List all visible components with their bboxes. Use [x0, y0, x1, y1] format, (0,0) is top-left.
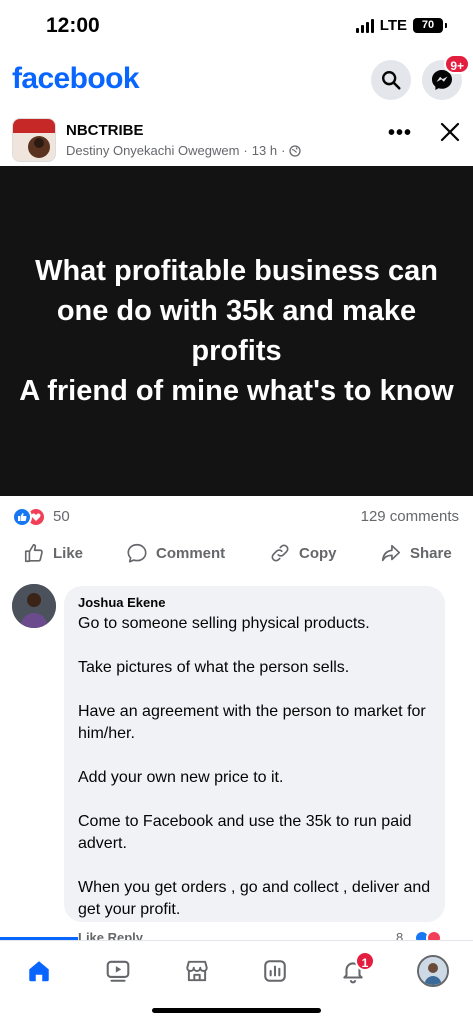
like-button[interactable]: Like: [23, 542, 83, 564]
post-meta: Destiny Onyekachi Owegwem · 13 h ·: [66, 143, 302, 158]
meta-separator: ·: [281, 143, 286, 158]
nav-marketplace[interactable]: [177, 951, 217, 991]
search-icon: [382, 71, 401, 90]
marketplace-icon: [186, 960, 208, 982]
messenger-button[interactable]: 9+: [422, 54, 470, 100]
nav-notifications[interactable]: 1: [333, 951, 375, 991]
comment-paragraph: Add your own new price to it.: [78, 769, 284, 786]
comment-reaction-count: 8: [396, 930, 404, 940]
close-button[interactable]: [436, 118, 464, 146]
signal-icon: [355, 18, 374, 33]
like-label: Like: [53, 544, 84, 562]
post-image[interactable]: What profitable business can one do with…: [0, 166, 473, 496]
comment-paragraph: Go to someone selling physical products.: [78, 615, 370, 632]
nav-home[interactable]: [19, 951, 59, 991]
status-bar: 12:00 LTE 70: [0, 0, 473, 52]
reaction-count: 50: [53, 508, 70, 525]
profile-avatar: [417, 955, 449, 987]
copy-label: Copy: [299, 544, 337, 562]
dashboard-icon: [264, 960, 286, 982]
meta-separator: ·: [243, 143, 248, 158]
comment-icon: [127, 543, 147, 563]
like-reaction-icon: [12, 507, 32, 527]
like-icon: [24, 543, 43, 563]
home-indicator: [152, 1008, 321, 1013]
share-button[interactable]: Share: [380, 542, 452, 564]
globe-icon: [289, 144, 302, 157]
comment-paragraph: Have an agreement with the person to mar…: [78, 703, 426, 742]
page-avatar[interactable]: [12, 118, 56, 162]
reaction-icons: [12, 507, 46, 527]
comment-button[interactable]: Comment: [126, 542, 225, 564]
post-time[interactable]: 13 h: [252, 143, 277, 158]
comment-reaction-icons: [414, 930, 442, 940]
battery-icon: 70: [413, 18, 447, 33]
nav-dashboard[interactable]: [255, 951, 295, 991]
status-indicators: LTE 70: [355, 17, 447, 34]
search-button[interactable]: [371, 60, 411, 100]
share-label: Share: [410, 544, 452, 562]
comment-paragraph: Take pictures of what the person sells.: [78, 659, 350, 676]
commenter-avatar[interactable]: [12, 584, 56, 628]
share-icon: [381, 544, 401, 562]
comment-count[interactable]: 129 comments: [361, 508, 459, 525]
close-icon: [440, 122, 460, 142]
copy-button[interactable]: Copy: [269, 542, 337, 564]
comment-paragraph: When you get orders , go and collect , d…: [78, 879, 431, 918]
comment-label: Comment: [156, 544, 226, 562]
notifications-badge: 1: [355, 951, 375, 971]
nav-video[interactable]: [98, 951, 138, 991]
comment-text: Go to someone selling physical products.…: [78, 613, 431, 921]
love-reaction-icon: [426, 930, 442, 940]
reactions-summary[interactable]: 50 129 comments: [0, 505, 473, 529]
comment-bubble[interactable]: Joshua Ekene Go to someone selling physi…: [64, 586, 445, 922]
facebook-logo[interactable]: facebook: [12, 62, 140, 96]
status-time: 12:00: [46, 14, 100, 37]
home-icon: [29, 961, 49, 982]
more-options-button[interactable]: •••: [388, 122, 412, 145]
post-header: NBCTRIBE Destiny Onyekachi Owegwem · 13 …: [0, 112, 473, 164]
comment-like-reply[interactable]: Like Reply: [78, 930, 143, 940]
nav-profile[interactable]: [413, 951, 453, 991]
page-name[interactable]: NBCTRIBE: [66, 122, 144, 139]
link-icon: [271, 544, 289, 562]
post-author[interactable]: Destiny Onyekachi Owegwem: [66, 143, 239, 158]
comment-paragraph: Come to Facebook and use the 35k to run …: [78, 813, 412, 852]
video-icon: [106, 960, 130, 982]
post-image-text: What profitable business can one do with…: [19, 255, 454, 407]
post-actions: Like Comment Copy Share: [0, 538, 473, 572]
bottom-nav: 1: [0, 940, 473, 1000]
commenter-name[interactable]: Joshua Ekene: [78, 595, 431, 610]
network-label: LTE: [379, 17, 407, 34]
app-header: facebook 9+: [0, 54, 473, 106]
messenger-badge: 9+: [444, 54, 470, 74]
